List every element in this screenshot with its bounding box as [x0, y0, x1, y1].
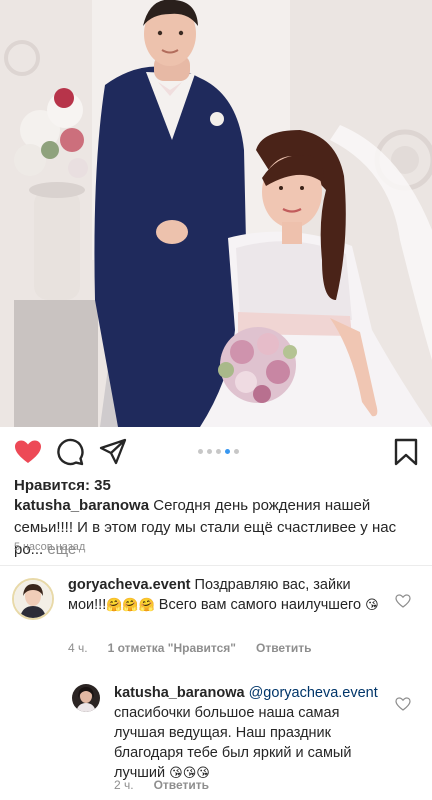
comment-time: 2 ч. [114, 778, 134, 792]
comment-time: 4 ч. [68, 641, 88, 655]
reply-comment: katusha_baranowa @goryacheva.event спаси… [114, 683, 390, 784]
carousel-dot [216, 449, 221, 454]
comment: goryacheva.event Поздравляю вас, зайки м… [68, 575, 390, 616]
comment-reply-button[interactable]: Ответить [154, 778, 209, 792]
kiss-face-emoji: 😘 [365, 598, 379, 613]
comment-like-heart-icon[interactable] [395, 696, 411, 712]
carousel-dot [234, 449, 239, 454]
avatar[interactable] [12, 578, 54, 620]
post-action-bar [0, 427, 432, 477]
bookmark-icon[interactable] [391, 437, 421, 467]
caption-username[interactable]: katusha_baranowa [14, 497, 149, 514]
comment-meta: 2 ч. Ответить [114, 778, 209, 792]
heart-filled-icon[interactable] [13, 437, 43, 467]
comment-mention[interactable]: @goryacheva.event [245, 685, 378, 701]
comment-reply-button[interactable]: Ответить [256, 641, 311, 655]
hugging-face-emoji: 🤗🤗🤗 [106, 598, 155, 613]
comment-text-continued: Всего вам самого наилучшего [154, 597, 366, 613]
comment-likes-count[interactable]: 1 отметка "Нравится" [108, 641, 236, 655]
comment-bubble-icon[interactable] [55, 437, 85, 467]
post-photo[interactable] [0, 0, 432, 427]
comment-meta: 4 ч. 1 отметка "Нравится" Ответить [68, 641, 311, 655]
likes-count[interactable]: Нравится: 35 [14, 477, 111, 494]
comment-username[interactable]: katusha_baranowa [114, 685, 245, 701]
carousel-indicator [198, 449, 239, 454]
avatar[interactable] [72, 684, 100, 712]
comment-username[interactable]: goryacheva.event [68, 577, 191, 593]
comment-like-heart-icon[interactable] [395, 593, 411, 609]
post-timestamp: 5 часов назад [14, 541, 86, 553]
carousel-dot-active [225, 449, 230, 454]
divider [0, 565, 432, 566]
comment-text: спасибочки большое наша самая лучшая вед… [114, 705, 352, 781]
wedding-photo-illustration [0, 0, 432, 427]
carousel-dot [207, 449, 212, 454]
paper-plane-icon[interactable] [98, 437, 128, 467]
carousel-dot [198, 449, 203, 454]
avatar-image [72, 684, 100, 712]
avatar-image [14, 580, 52, 618]
